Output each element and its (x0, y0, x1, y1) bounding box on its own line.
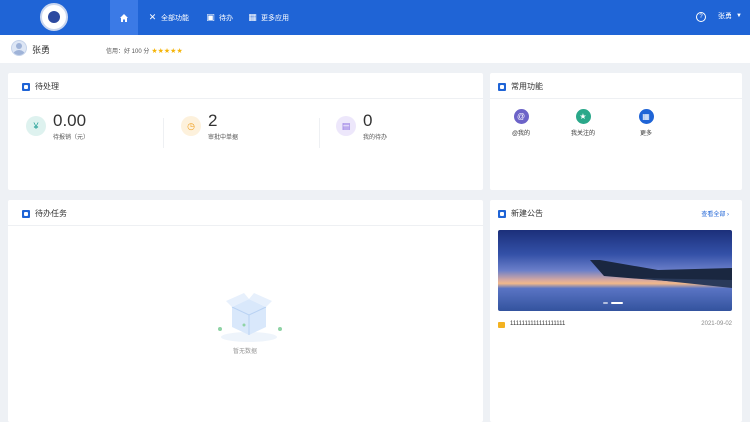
panel-icon (498, 209, 506, 218)
notice-item-date: 2021-09-02 (701, 321, 732, 327)
notice-card-header: 新建公告 查看全部 › (490, 200, 742, 226)
panel-icon (498, 82, 506, 91)
nav-more-apps-label: 更多应用 (261, 14, 289, 22)
stat-reimburse-value: 0.00 (53, 111, 87, 130)
credit-text: 信用：好 100 分 (106, 49, 150, 55)
common-card-title: 常用功能 (498, 81, 543, 92)
tasks-title-text: 待办任务 (35, 209, 67, 218)
stat-approving[interactable]: ◷ 2 审批中单据 (181, 111, 238, 141)
reimburse-icon: ¥ (26, 116, 46, 136)
notice-card: 新建公告 查看全部 › 1111111111111111111 2021-09-… (490, 200, 742, 422)
mail-icon (498, 322, 505, 328)
stat-my-todo-label: 我的待办 (363, 135, 388, 141)
chevron-down-icon: ▼ (736, 13, 742, 19)
pending-card-header: 待处理 (8, 73, 483, 99)
stat-my-todo[interactable]: ▤ 0 我的待办 (336, 111, 387, 141)
credit-rating: 信用：好 100 分 ★★★★★ (106, 46, 183, 56)
quick-followed-label: 我关注的 (570, 131, 595, 137)
calendar-icon: ▤ (336, 116, 356, 136)
profile-name: 张勇 (32, 45, 51, 55)
divider (319, 118, 320, 148)
nav-all-functions-label: 全部功能 (161, 14, 189, 22)
empty-state-text: 暂无数据 (233, 349, 258, 355)
notice-item[interactable]: 1111111111111111111 2021-09-02 (498, 321, 732, 331)
common-card-header: 常用功能 (490, 73, 742, 99)
tasks-card-header: 待办任务 (8, 200, 483, 226)
stat-reimburse[interactable]: ¥ 0.00 待报销（元） (26, 111, 89, 141)
nav-all-functions[interactable]: ✕ 全部功能 (148, 0, 189, 35)
pending-card: 待处理 ¥ 0.00 待报销（元） ◷ 2 审批中单据 ▤ 0 我的待办 (8, 73, 483, 190)
pending-card-title: 待处理 (22, 81, 59, 92)
clock-icon: ◷ (181, 116, 201, 136)
at-icon: @ (513, 109, 529, 124)
quick-followed[interactable]: ★ 我关注的 (563, 109, 603, 137)
panel-icon (22, 82, 30, 91)
quick-at-me-label: @我的 (511, 131, 531, 137)
carousel-dots[interactable] (603, 302, 623, 304)
airplane-wing-image (590, 260, 732, 288)
user-menu[interactable]: 张勇 ▼ (718, 11, 742, 21)
tools-icon: ✕ (148, 12, 157, 22)
divider (163, 118, 164, 148)
panel-icon (22, 209, 30, 218)
stat-my-todo-value: 0 (363, 111, 373, 130)
common-title-text: 常用功能 (511, 82, 543, 91)
notice-banner-image[interactable] (498, 230, 732, 311)
pending-title-text: 待处理 (35, 82, 59, 91)
apps-icon: ▦ (248, 12, 257, 22)
todo-icon: ▣ (206, 12, 215, 22)
notice-card-title: 新建公告 (498, 208, 543, 219)
notice-item-text: 1111111111111111111 (510, 321, 566, 327)
view-all-link[interactable]: 查看全部 › (701, 209, 729, 218)
quick-more[interactable]: ▦ 更多 (626, 109, 666, 137)
quick-at-me[interactable]: @ @我的 (501, 109, 541, 137)
top-nav-bar: ✕ 全部功能 ▣ 待办 ▦ 更多应用 ? 张勇 ▼ (0, 0, 750, 35)
avatar[interactable] (11, 40, 27, 56)
nav-todo-label: 待办 (219, 14, 233, 22)
user-menu-name: 张勇 (718, 13, 732, 20)
star-icon: ★ (575, 109, 591, 124)
nav-home-button[interactable] (110, 0, 138, 35)
stat-reimburse-label: 待报销（元） (53, 135, 90, 141)
quick-more-label: 更多 (639, 131, 652, 137)
stat-approving-label: 审批中单据 (208, 135, 239, 141)
tasks-card: 待办任务 暂无数据 (8, 200, 483, 422)
tasks-card-title: 待办任务 (22, 208, 67, 219)
nav-more-apps[interactable]: ▦ 更多应用 (248, 0, 289, 35)
common-functions-card: 常用功能 @ @我的 ★ 我关注的 ▦ 更多 (490, 73, 742, 190)
university-logo[interactable] (40, 3, 68, 31)
stat-approving-value: 2 (208, 111, 218, 130)
rating-stars: ★★★★★ (151, 47, 183, 55)
notice-title-text: 新建公告 (511, 209, 543, 218)
nav-todo[interactable]: ▣ 待办 (206, 0, 233, 35)
help-icon[interactable]: ? (696, 12, 706, 22)
empty-box-icon (218, 293, 282, 342)
home-icon (120, 13, 128, 22)
grid-icon: ▦ (638, 109, 654, 124)
